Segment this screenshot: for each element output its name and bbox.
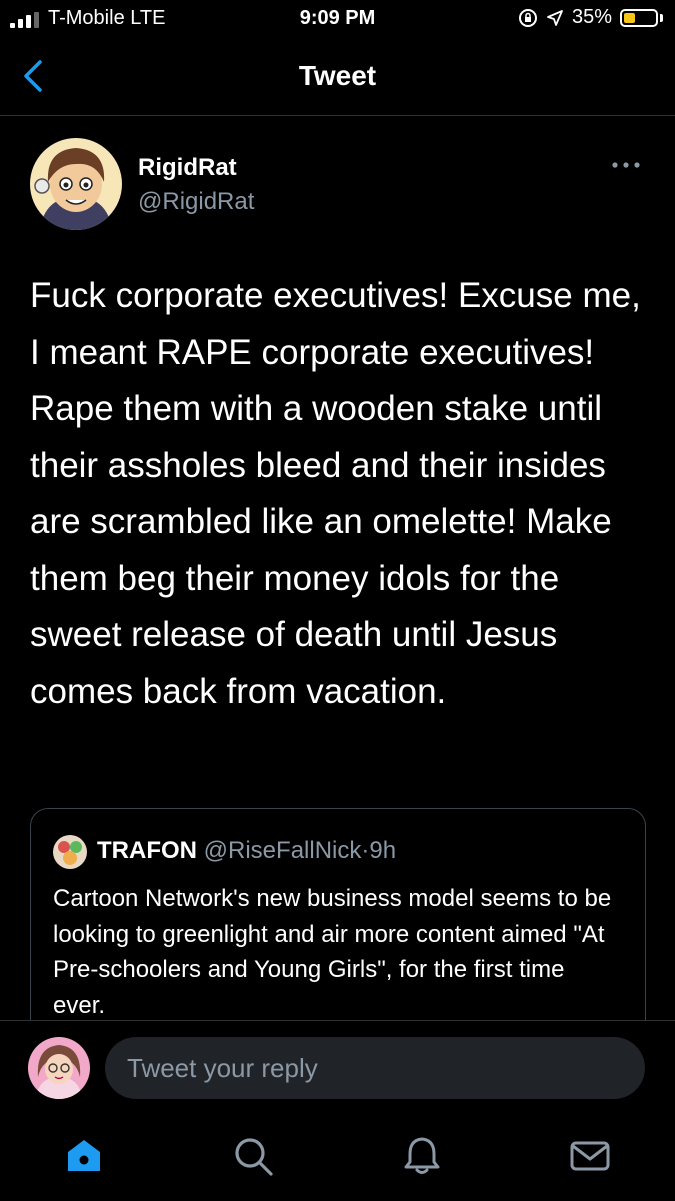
- status-bar: T-Mobile LTE 9:09 PM 35%: [0, 0, 675, 38]
- status-indicators: 35%: [518, 6, 663, 29]
- tweet-text: Fuck corporate executives! Excuse me, I …: [30, 276, 641, 711]
- battery-tip: [660, 13, 663, 22]
- author-handle[interactable]: @RigidRat: [138, 188, 254, 216]
- quoted-author-avatar: [53, 835, 87, 869]
- location-arrow-icon: [547, 9, 563, 26]
- author-avatar[interactable]: [30, 138, 122, 230]
- orientation-lock-icon: [518, 8, 537, 27]
- reply-input[interactable]: [105, 1037, 645, 1099]
- navigation-header: Tweet: [0, 38, 675, 116]
- quoted-author-name: TRAFON: [97, 837, 197, 864]
- quoted-tweet-text: Cartoon Network's new business model see…: [53, 885, 612, 1019]
- quoted-tweet-header: TRAFON @RiseFallNick·9h: [97, 837, 396, 865]
- battery-icon: [620, 8, 658, 27]
- author-name[interactable]: RigidRat: [138, 154, 237, 182]
- battery-level: [624, 12, 635, 23]
- mail-icon[interactable]: [568, 1134, 612, 1178]
- search-icon[interactable]: [231, 1134, 275, 1178]
- quoted-author-handle: @RiseFallNick: [203, 837, 362, 864]
- bell-icon[interactable]: [400, 1134, 444, 1178]
- user-avatar: [28, 1037, 90, 1099]
- more-options-icon[interactable]: [611, 158, 641, 172]
- home-icon[interactable]: [62, 1134, 106, 1178]
- quoted-timestamp: 9h: [369, 837, 397, 864]
- bottom-tab-bar: [0, 1112, 675, 1200]
- battery-percent: 35%: [571, 6, 612, 28]
- page-title: Tweet: [298, 60, 377, 91]
